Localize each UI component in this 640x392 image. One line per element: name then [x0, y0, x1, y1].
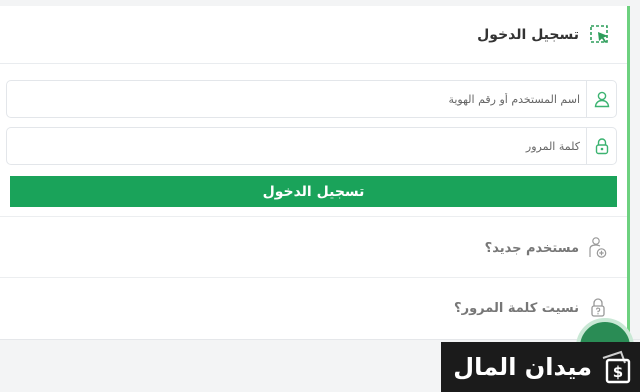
divider	[0, 277, 627, 278]
svg-text:$: $	[613, 363, 623, 381]
forgot-password-label: نسيت كلمة المرور؟	[454, 300, 579, 316]
add-user-icon	[587, 235, 609, 261]
user-icon	[586, 81, 616, 117]
login-header: تسجيل الدخول	[0, 6, 627, 64]
username-field[interactable]	[6, 80, 617, 118]
new-user-label: مستخدم جديد؟	[484, 240, 579, 256]
forgot-password-link[interactable]: نسيت كلمة المرور؟	[0, 293, 627, 323]
pointer-select-icon	[589, 24, 611, 46]
page-title: تسجيل الدخول	[477, 26, 579, 43]
divider	[0, 216, 627, 217]
watermark-text: ميدان المال	[453, 353, 592, 381]
money-document-icon: $	[600, 349, 634, 385]
watermark-logo: ميدان المال $	[441, 342, 640, 392]
password-field[interactable]	[6, 127, 617, 165]
password-input[interactable]	[7, 128, 586, 164]
new-user-link[interactable]: مستخدم جديد؟	[0, 233, 627, 263]
lock-icon	[586, 128, 616, 164]
username-input[interactable]	[7, 81, 586, 117]
login-button[interactable]: تسجيل الدخول	[10, 176, 617, 207]
